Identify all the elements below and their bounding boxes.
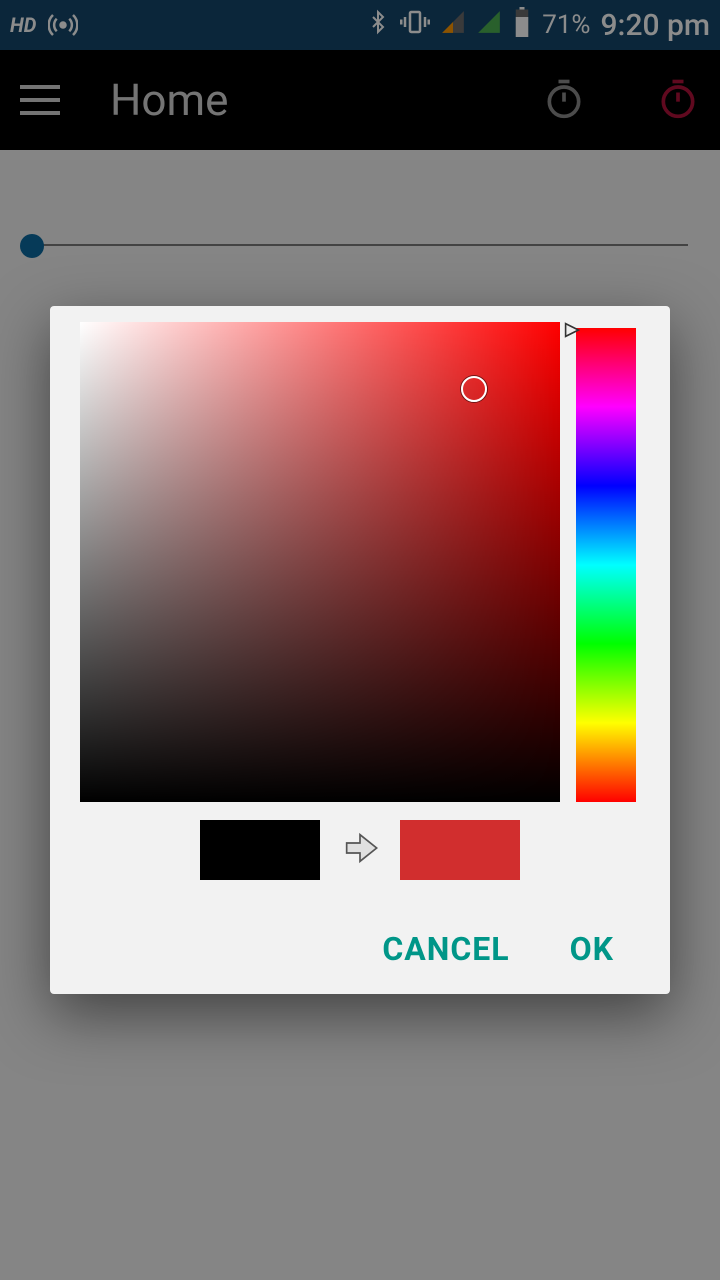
arrow-right-icon — [340, 828, 380, 872]
swatch-row — [80, 820, 640, 880]
main-content: CANCEL OK — [0, 150, 720, 1280]
hue-slider[interactable] — [576, 328, 636, 802]
hue-handle[interactable] — [564, 322, 580, 342]
modal-overlay: CANCEL OK — [0, 0, 720, 1280]
new-color-swatch — [400, 820, 520, 880]
sv-handle[interactable] — [461, 376, 487, 402]
cancel-button[interactable]: CANCEL — [382, 930, 509, 968]
ok-button[interactable]: OK — [570, 930, 614, 968]
old-color-swatch — [200, 820, 320, 880]
color-picker-dialog: CANCEL OK — [50, 306, 670, 994]
saturation-value-panel[interactable] — [80, 322, 560, 802]
